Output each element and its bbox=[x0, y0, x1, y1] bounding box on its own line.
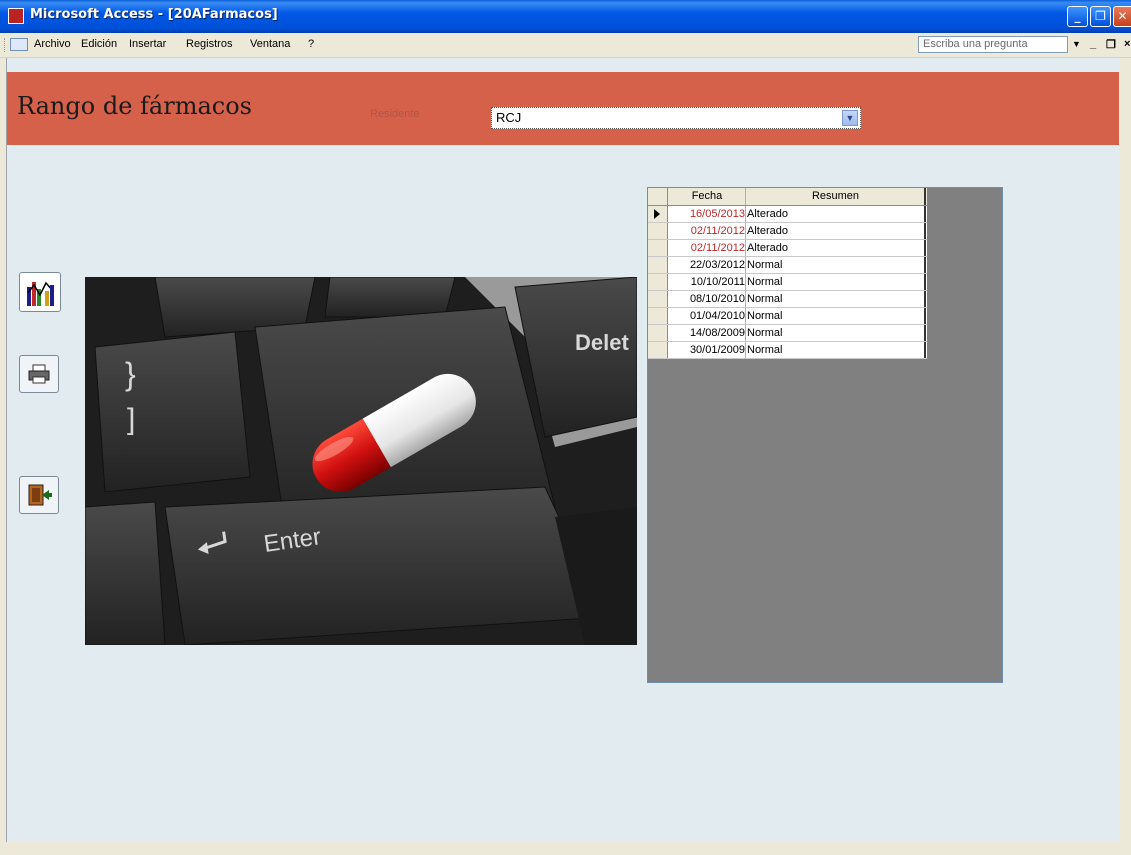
exit-button[interactable] bbox=[19, 476, 59, 514]
select-all-cell[interactable] bbox=[648, 188, 668, 205]
record-selector[interactable] bbox=[648, 325, 668, 341]
current-record-icon bbox=[654, 209, 660, 219]
cell-resumen[interactable]: Normal bbox=[747, 327, 782, 339]
table-row[interactable]: 08/10/2010 Normal bbox=[648, 291, 927, 308]
cell-fecha[interactable]: 10/10/2011 bbox=[669, 276, 745, 288]
menu-insertar[interactable]: Insertar bbox=[129, 38, 166, 50]
datasheet-header: Fecha Resumen bbox=[648, 188, 927, 206]
residente-combo[interactable]: RCJ ▼ bbox=[491, 107, 861, 129]
key-label-brace: } bbox=[125, 356, 136, 392]
table-row[interactable]: 22/03/2012 Normal bbox=[648, 257, 927, 274]
record-selector[interactable] bbox=[648, 206, 668, 222]
cell-fecha[interactable]: 22/03/2012 bbox=[669, 259, 745, 271]
datasheet-subform[interactable]: Fecha Resumen 16/05/2013 Alterado 02/11/20… bbox=[647, 187, 1003, 683]
record-selector[interactable] bbox=[648, 240, 668, 256]
window-title: Microsoft Access - [20AFarmacos] bbox=[30, 7, 278, 22]
form-title: Rango de fármacos bbox=[17, 92, 252, 120]
table-row[interactable]: 02/11/2012 Alterado bbox=[648, 240, 927, 257]
print-icon bbox=[28, 364, 50, 384]
keyboard-pill-image: Delet } ] Enter bbox=[85, 277, 637, 645]
cell-resumen[interactable]: Normal bbox=[747, 293, 782, 305]
cell-fecha[interactable]: 01/04/2010 bbox=[669, 310, 745, 322]
table-row[interactable]: 02/11/2012 Alterado bbox=[648, 223, 927, 240]
record-selector[interactable] bbox=[648, 291, 668, 307]
form-window-icon[interactable] bbox=[10, 38, 28, 51]
cell-resumen[interactable]: Alterado bbox=[747, 225, 788, 237]
record-selector[interactable] bbox=[648, 274, 668, 290]
record-selector[interactable] bbox=[648, 257, 668, 273]
cell-resumen[interactable]: Normal bbox=[747, 276, 782, 288]
mdi-restore-button[interactable]: ❐ bbox=[1106, 38, 1116, 51]
chart-button[interactable] bbox=[19, 272, 61, 312]
record-selector[interactable] bbox=[648, 223, 668, 239]
cell-fecha[interactable]: 02/11/2012 bbox=[669, 242, 745, 254]
maximize-button[interactable]: ❐ bbox=[1090, 6, 1111, 27]
column-header-resumen[interactable]: Resumen bbox=[747, 190, 924, 202]
cell-fecha[interactable]: 16/05/2013 bbox=[669, 208, 745, 220]
menu-bar: Archivo Edición Insertar Registros Venta… bbox=[0, 33, 1131, 58]
keyboard-photo: Delet } ] Enter bbox=[85, 277, 637, 645]
window-title-bar[interactable]: Microsoft Access - [20AFarmacos] _ ❐ ✕ bbox=[0, 0, 1131, 33]
residente-label: Residente bbox=[370, 108, 420, 120]
cell-resumen[interactable]: Normal bbox=[747, 259, 782, 271]
residente-combo-value: RCJ bbox=[496, 110, 522, 125]
table-row[interactable]: 01/04/2010 Normal bbox=[648, 308, 927, 325]
access-app-icon[interactable] bbox=[8, 8, 24, 24]
minimize-button[interactable]: _ bbox=[1067, 6, 1088, 27]
ask-dropdown-icon[interactable]: ▼ bbox=[1072, 39, 1081, 49]
cell-fecha[interactable]: 02/11/2012 bbox=[669, 225, 745, 237]
dropdown-arrow-icon[interactable]: ▼ bbox=[842, 110, 858, 126]
print-button[interactable] bbox=[19, 355, 59, 393]
ask-question-input[interactable]: Escriba una pregunta bbox=[918, 36, 1068, 53]
menu-archivo[interactable]: Archivo bbox=[34, 38, 71, 50]
table-row[interactable]: 14/08/2009 Normal bbox=[648, 325, 927, 342]
menu-ventana[interactable]: Ventana bbox=[250, 38, 290, 50]
close-button[interactable]: ✕ bbox=[1113, 6, 1131, 27]
menu-edicion[interactable]: Edición bbox=[81, 38, 117, 50]
datasheet-grid: Fecha Resumen 16/05/2013 Alterado 02/11/20… bbox=[648, 188, 927, 359]
mdi-minimize-button[interactable]: _ bbox=[1090, 38, 1096, 50]
cell-resumen[interactable]: Normal bbox=[747, 344, 782, 356]
table-row[interactable]: 10/10/2011 Normal bbox=[648, 274, 927, 291]
table-row[interactable]: 30/01/2009 Normal bbox=[648, 342, 927, 359]
column-header-fecha[interactable]: Fecha bbox=[669, 190, 745, 202]
record-selector[interactable] bbox=[648, 342, 668, 358]
cell-resumen[interactable]: Alterado bbox=[747, 208, 788, 220]
cell-resumen[interactable]: Alterado bbox=[747, 242, 788, 254]
cell-resumen[interactable]: Normal bbox=[747, 310, 782, 322]
cell-fecha[interactable]: 30/01/2009 bbox=[669, 344, 745, 356]
table-row[interactable]: 16/05/2013 Alterado bbox=[648, 206, 927, 223]
form-header: Rango de fármacos Residente RCJ ▼ bbox=[7, 72, 1119, 145]
record-selector[interactable] bbox=[648, 308, 668, 324]
toolbar-grip[interactable] bbox=[4, 38, 8, 52]
menu-registros[interactable]: Registros bbox=[186, 38, 232, 50]
form-client-area: Rango de fármacos Residente RCJ ▼ Delet … bbox=[6, 58, 1119, 842]
exit-door-icon bbox=[28, 484, 52, 506]
key-label-delete: Delet bbox=[575, 330, 629, 355]
chart-icon bbox=[27, 281, 54, 306]
cell-fecha[interactable]: 14/08/2009 bbox=[669, 327, 745, 339]
key-label-bracket: ] bbox=[127, 403, 135, 436]
mdi-close-button[interactable]: × bbox=[1124, 38, 1130, 50]
menu-help[interactable]: ? bbox=[308, 38, 314, 50]
cell-fecha[interactable]: 08/10/2010 bbox=[669, 293, 745, 305]
